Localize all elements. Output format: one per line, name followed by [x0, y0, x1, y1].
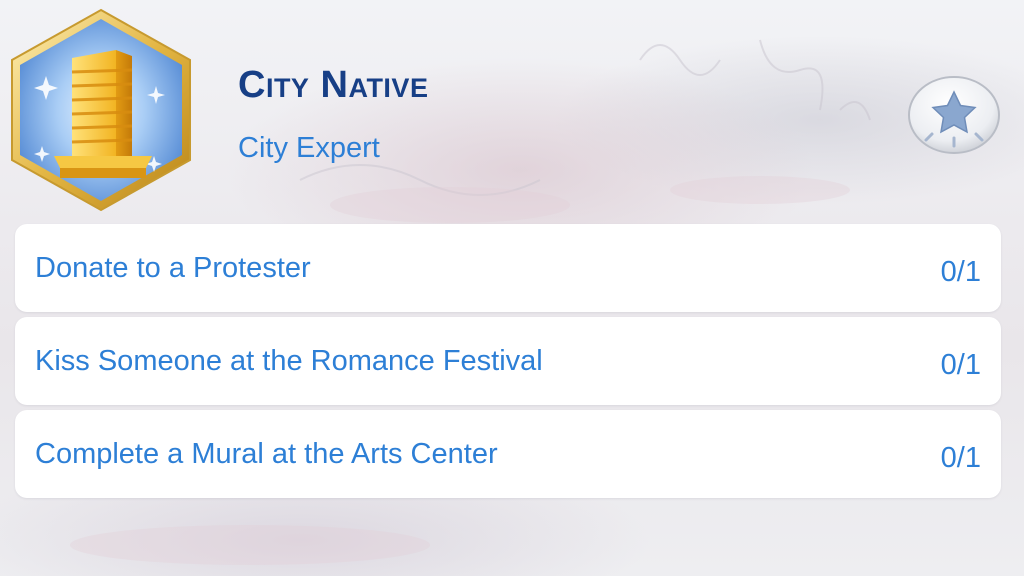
goal-row[interactable]: Kiss Someone at the Romance Festival 0/1 [15, 317, 1001, 405]
goal-label: Donate to a Protester [35, 252, 311, 284]
goal-row[interactable]: Complete a Mural at the Arts Center 0/1 [15, 410, 1001, 498]
aspiration-title: City Native [238, 64, 429, 106]
star-icon[interactable] [906, 74, 1002, 156]
goal-label: Kiss Someone at the Romance Festival [35, 345, 543, 377]
goal-list: Donate to a Protester 0/1 Kiss Someone a… [15, 224, 1001, 503]
goal-row[interactable]: Donate to a Protester 0/1 [15, 224, 1001, 312]
aspiration-subtitle: City Expert [238, 132, 380, 164]
goal-progress: 0/1 [940, 349, 981, 381]
goal-label: Complete a Mural at the Arts Center [35, 438, 498, 470]
goal-progress: 0/1 [940, 256, 981, 288]
skyscraper-icon [11, 8, 191, 212]
goal-progress: 0/1 [940, 442, 981, 474]
